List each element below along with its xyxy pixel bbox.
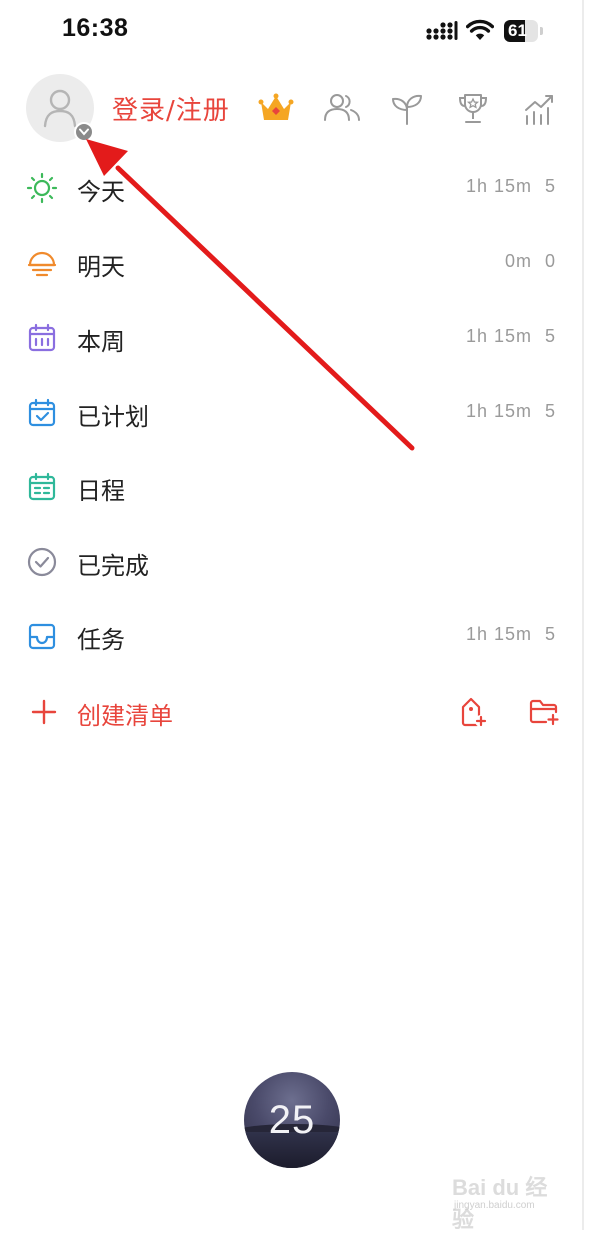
app-screen: 16:38 61 登录/注册 今天 1h 15m 5 明天 0m 0 本周 1h… <box>0 0 590 1232</box>
timer-value: 25 <box>268 1098 316 1142</box>
watermark-sub: jingyan.baidu.com <box>454 1200 535 1211</box>
annotation-arrow <box>86 139 415 451</box>
watermark: Bai du 经验 jingyan.baidu.com <box>452 1168 562 1232</box>
focus-timer-button[interactable]: 25 <box>244 1072 340 1168</box>
